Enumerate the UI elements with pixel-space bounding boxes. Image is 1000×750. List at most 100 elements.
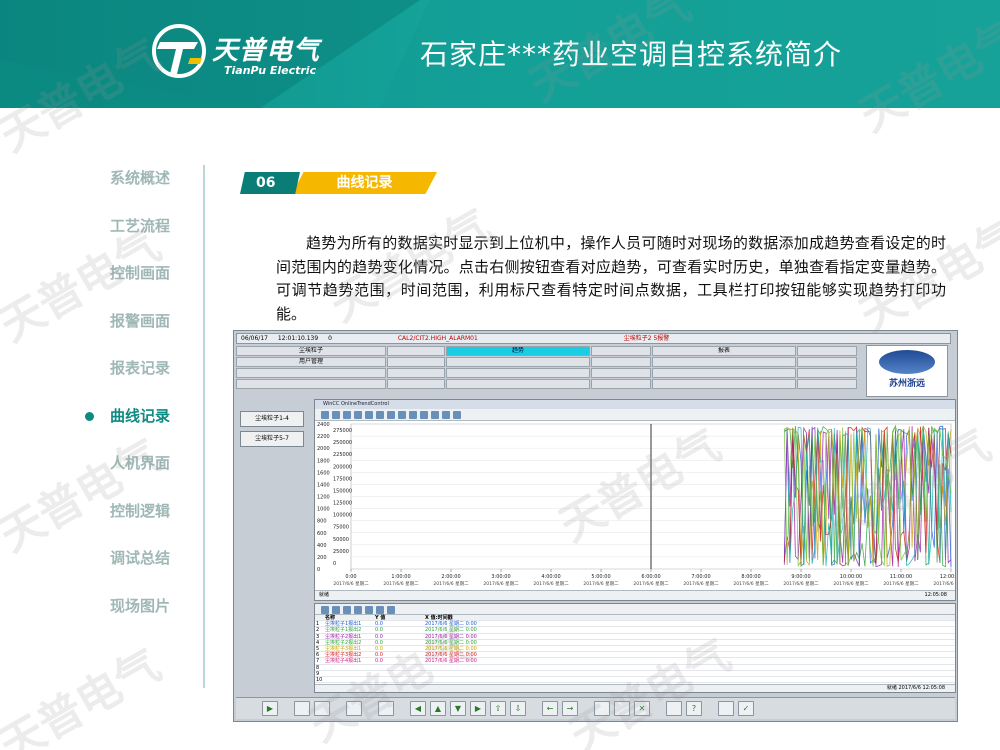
back-icon[interactable]: ←	[542, 701, 558, 716]
arrow-up-icon[interactable]: ▲	[430, 701, 446, 716]
down-icon[interactable]: ⇩	[510, 701, 526, 716]
forward-icon[interactable]: →	[562, 701, 578, 716]
table-tool-icon[interactable]	[365, 606, 373, 614]
menu-report[interactable]: 报表	[652, 346, 796, 356]
check-icon[interactable]: ✓	[738, 701, 754, 716]
trend-tool-icon[interactable]	[354, 411, 362, 419]
trend-tool-icon[interactable]	[409, 411, 417, 419]
arrow-left-icon[interactable]: ◀	[410, 701, 426, 716]
up-icon[interactable]: ⇧	[490, 701, 506, 716]
x-tick-label: 9:00:00	[791, 574, 810, 580]
trend-status-time: 12:05:08	[924, 592, 947, 598]
table-cell-name: 尘埃粒子1报出2	[325, 627, 362, 634]
nav-item-site-photos[interactable]: 现场图片	[80, 588, 190, 636]
y-right-tick-label: 200000	[333, 464, 352, 470]
table-tool-icon[interactable]	[387, 606, 395, 614]
nav-item-commissioning[interactable]: 调试总结	[80, 540, 190, 588]
x-tick-date: 2017/6/6 星期二	[933, 581, 955, 587]
menu-trend[interactable]: 趋势	[446, 346, 590, 356]
print-icon[interactable]	[666, 701, 682, 716]
save-icon[interactable]	[614, 701, 630, 716]
document-icon[interactable]	[346, 701, 362, 716]
x-tick-date: 2017/6/6 星期二	[333, 581, 369, 587]
scada-status-bar: 06/06/17 12:01:10.139 0 CAL2/CIT2.HIGH_A…	[236, 333, 951, 344]
table-cell-index: 6	[316, 652, 320, 659]
table-tool-icon[interactable]	[321, 606, 329, 614]
help-icon[interactable]: ?	[686, 701, 702, 716]
table-cell-y: 0.0	[375, 652, 383, 659]
tool-icon[interactable]	[294, 701, 310, 716]
print-icon[interactable]	[376, 606, 384, 614]
arrow-right-icon[interactable]: ▶	[470, 701, 486, 716]
menu-user-management[interactable]: 用户管理	[236, 357, 386, 367]
x-tick-date: 2017/6/6 星期二	[883, 581, 919, 587]
y-left-tick-label: 800	[317, 519, 327, 525]
menu-blank-cell	[797, 368, 857, 378]
table-tool-icon[interactable]	[343, 606, 351, 614]
table-cell-name: 尘埃粒子3报出2	[325, 652, 362, 659]
page-title: 石家庄***药业空调自控系统简介	[420, 38, 843, 71]
nav-item-report[interactable]: 报表记录	[80, 350, 190, 398]
sidebar-nav: 系统概述 工艺流程 控制画面 报警画面 报表记录 曲线记录 人机界面 控制逻辑 …	[80, 160, 190, 635]
y-left-tick-label: 0	[317, 567, 320, 573]
table-cell-y	[375, 665, 425, 670]
menu-blank-cell	[387, 368, 445, 378]
y-right-tick-label: 250000	[333, 440, 352, 446]
menu-blank-cell	[446, 379, 590, 389]
trend-tool-icon[interactable]	[387, 411, 395, 419]
nav-item-process[interactable]: 工艺流程	[80, 208, 190, 256]
nav-item-hmi[interactable]: 人机界面	[80, 445, 190, 493]
nav-item-control-screen[interactable]: 控制画面	[80, 255, 190, 303]
trend-group-button-1[interactable]: 尘埃粒子1-4	[240, 411, 304, 427]
table-tool-icon[interactable]	[354, 606, 362, 614]
folder-icon[interactable]	[314, 701, 330, 716]
active-dot-icon	[85, 411, 94, 421]
trend-tool-icon[interactable]	[332, 411, 340, 419]
sound-icon[interactable]	[718, 701, 734, 716]
x-tick-label: 7:00:00	[691, 574, 710, 580]
nav-item-logic[interactable]: 控制逻辑	[80, 493, 190, 541]
table-cell-name: 尘埃粒子2报出1	[325, 633, 362, 640]
trend-tool-icon[interactable]	[321, 411, 329, 419]
table-cell-y: 0.0	[375, 658, 383, 665]
description-paragraph: 趋势为所有的数据实时显示到上位机中，操作人员可随时对现场的数据添加成趋势查看设定…	[276, 234, 946, 323]
x-tick-date: 2017/6/6 星期二	[783, 581, 819, 587]
trend-tool-icon[interactable]	[398, 411, 406, 419]
table-tool-icon[interactable]	[332, 606, 340, 614]
trend-tool-icon[interactable]	[442, 411, 450, 419]
trend-tool-icon[interactable]	[453, 411, 461, 419]
delete-icon[interactable]: ✕	[634, 701, 650, 716]
trend-tool-icon[interactable]	[376, 411, 384, 419]
x-tick-label: 0:00	[345, 574, 356, 580]
y-left-tick-label: 1000	[317, 507, 330, 513]
table-cell-index: 3	[316, 633, 320, 640]
nav-item-alarm-screen[interactable]: 报警画面	[80, 303, 190, 351]
watermark: 天普电气	[0, 639, 170, 750]
y-left-tick-label: 400	[317, 543, 327, 549]
trend-group-button-2[interactable]: 尘埃粒子5-7	[240, 431, 304, 447]
y-right-tick-label: 225000	[333, 452, 352, 458]
trend-tool-icon[interactable]	[365, 411, 373, 419]
table-cell-x: 2017/6/6 星期二 0:00	[425, 652, 477, 659]
menu-blank-cell	[387, 357, 445, 367]
trend-tool-icon[interactable]	[420, 411, 428, 419]
menu-blank-cell	[591, 346, 651, 356]
table-cell-y	[375, 671, 425, 676]
trend-window-title: WinCC OnlineTrendControl	[315, 400, 955, 409]
table-cell-name: 尘埃粒子3报出1	[325, 645, 362, 652]
nav-item-overview[interactable]: 系统概述	[80, 160, 190, 208]
scada-logo-emblem-icon	[879, 350, 935, 374]
nav-item-trend[interactable]: 曲线记录	[80, 398, 190, 446]
trend-tool-icon[interactable]	[343, 411, 351, 419]
x-tick-label: 3:00:00	[491, 574, 510, 580]
table-cell-x	[425, 671, 480, 676]
table-row[interactable]: 10	[315, 677, 955, 684]
arrow-down-icon[interactable]: ▼	[450, 701, 466, 716]
menu-blank-cell	[652, 379, 796, 389]
edit-icon[interactable]	[594, 701, 610, 716]
play-icon[interactable]: ▶	[262, 701, 278, 716]
print-icon[interactable]	[431, 411, 439, 419]
menu-dust-particles[interactable]: 尘埃粒子	[236, 346, 386, 356]
table-cell-x: 2017/6/6 星期二 0:00	[425, 645, 477, 652]
export-icon[interactable]	[378, 701, 394, 716]
